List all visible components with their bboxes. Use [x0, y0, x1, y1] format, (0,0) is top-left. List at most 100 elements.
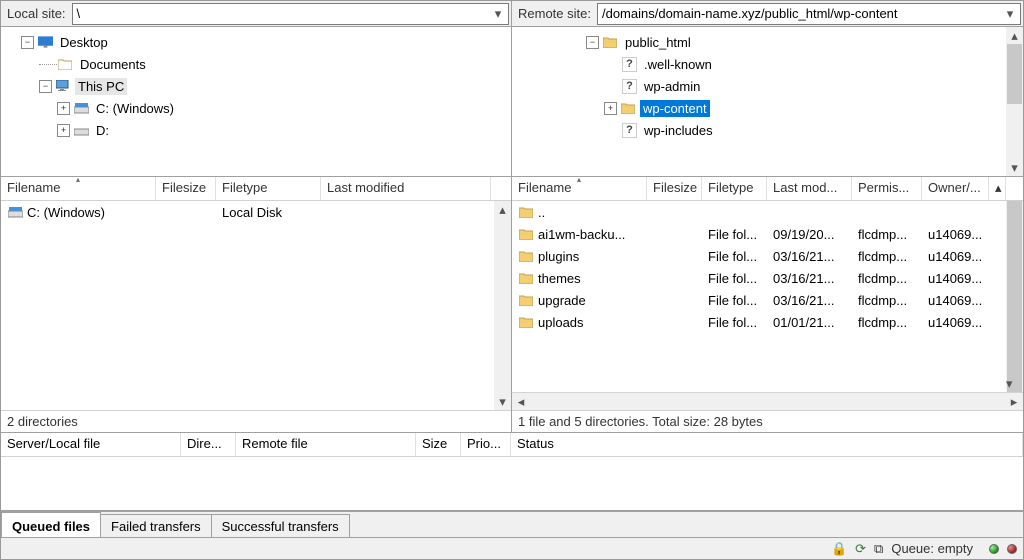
scroll-thumb[interactable] — [1007, 44, 1022, 104]
collapse-icon[interactable]: − — [21, 36, 34, 49]
chevron-down-icon[interactable]: ▾ — [1002, 6, 1018, 22]
lock-icon[interactable]: 🔒 — [831, 541, 847, 557]
remote-path-combo[interactable]: /domains/domain-name.xyz/public_html/wp-… — [597, 3, 1021, 25]
col-filesize[interactable]: Filesize — [647, 177, 702, 200]
remote-status: 1 file and 5 directories. Total size: 28… — [512, 410, 1023, 432]
table-row[interactable]: ai1wm-backu...File fol...09/19/20...flcd… — [512, 223, 1006, 245]
col-filetype[interactable]: Filetype — [702, 177, 767, 200]
drive-icon — [7, 204, 23, 220]
table-row[interactable]: C: (Windows) Local Disk — [1, 201, 511, 223]
scroll-up-icon[interactable]: ▴ — [494, 201, 511, 218]
scroll-left-icon[interactable]: ◂ — [512, 394, 530, 410]
local-path-combo[interactable]: \ ▾ — [72, 3, 509, 25]
col-owner[interactable]: Owner/... — [922, 177, 989, 200]
folder-icon — [620, 100, 636, 116]
local-path-value: \ — [77, 6, 81, 21]
tree-node-thispc[interactable]: − This PC — [3, 75, 509, 97]
local-status: 2 directories — [1, 410, 511, 432]
unknown-icon: ? — [622, 123, 637, 138]
drive-icon — [73, 100, 89, 116]
tree-node-c[interactable]: + C: (Windows) — [3, 97, 509, 119]
scrollbar-vertical[interactable]: ▴ ▾ — [1006, 27, 1023, 176]
local-site-label: Local site: — [1, 6, 72, 21]
local-tree[interactable]: − Desktop Documents − This PC + C: (Wind… — [1, 27, 511, 176]
folder-icon — [518, 248, 534, 264]
tree-node-documents[interactable]: Documents — [3, 53, 509, 75]
expand-icon[interactable]: + — [604, 102, 617, 115]
scrollbar-horizontal[interactable]: ◂ ▸ — [512, 392, 1023, 410]
col-lastmod[interactable]: Last modified — [321, 177, 491, 200]
col-filetype[interactable]: Filetype — [216, 177, 321, 200]
tree-node-publichtml[interactable]: − public_html — [514, 31, 1006, 53]
scroll-down-icon[interactable]: ▾ — [1006, 375, 1013, 392]
col-direction[interactable]: Dire... — [181, 433, 236, 456]
folder-icon — [602, 34, 618, 50]
col-filename[interactable]: ▴Filename — [512, 177, 647, 200]
scroll-up-icon[interactable]: ▴ — [989, 177, 1006, 200]
tree-node-desktop[interactable]: − Desktop — [3, 31, 509, 53]
scroll-thumb[interactable] — [1007, 201, 1022, 392]
tree-node-wellknown[interactable]: ? .well-known — [514, 53, 1006, 75]
remote-site-label: Remote site: — [512, 6, 597, 21]
scrollbar-vertical[interactable]: ▴ ▾ — [494, 201, 511, 410]
remote-path-row: Remote site: /domains/domain-name.xyz/pu… — [512, 1, 1023, 27]
tab-queued[interactable]: Queued files — [1, 512, 101, 537]
folder-icon — [518, 314, 534, 330]
status-led-green — [989, 544, 999, 554]
table-row[interactable]: themesFile fol...03/16/21...flcdmp...u14… — [512, 267, 1006, 289]
folder-icon — [518, 270, 534, 286]
scrollbar-vertical[interactable]: ▾ — [1006, 201, 1023, 392]
desktop-icon — [37, 34, 53, 50]
col-server-local[interactable]: Server/Local file — [1, 433, 181, 456]
folder-icon — [518, 204, 534, 220]
col-size[interactable]: Size — [416, 433, 461, 456]
table-row[interactable]: uploadsFile fol...01/01/21...flcdmp...u1… — [512, 311, 1006, 333]
queue-header: Server/Local file Dire... Remote file Si… — [1, 433, 1023, 457]
folder-icon — [518, 226, 534, 242]
folder-icon — [518, 292, 534, 308]
expand-icon[interactable]: + — [57, 102, 70, 115]
tab-failed[interactable]: Failed transfers — [100, 514, 212, 537]
collapse-icon[interactable]: − — [586, 36, 599, 49]
tree-node-d[interactable]: + D: — [3, 119, 509, 141]
col-status[interactable]: Status — [511, 433, 1023, 456]
table-row[interactable]: .. — [512, 201, 1006, 223]
local-path-row: Local site: \ ▾ — [1, 1, 511, 27]
folder-icon — [57, 56, 73, 72]
tree-node-wpincludes[interactable]: ? wp-includes — [514, 119, 1006, 141]
tree-node-wpadmin[interactable]: ? wp-admin — [514, 75, 1006, 97]
refresh-icon[interactable]: ⟳ — [855, 541, 866, 557]
table-row[interactable]: upgradeFile fol...03/16/21...flcdmp...u1… — [512, 289, 1006, 311]
unknown-icon: ? — [622, 57, 637, 72]
col-filename[interactable]: ▴Filename — [1, 177, 156, 200]
col-perms[interactable]: Permis... — [852, 177, 922, 200]
col-remote-file[interactable]: Remote file — [236, 433, 416, 456]
tree-node-wpcontent[interactable]: + wp-content — [514, 97, 1006, 119]
status-led-red — [1007, 544, 1017, 554]
remote-tree[interactable]: − public_html ? .well-known ? wp-admin +… — [512, 27, 1023, 176]
filter-icon[interactable]: ⧉ — [874, 541, 883, 557]
tab-success[interactable]: Successful transfers — [211, 514, 350, 537]
chevron-down-icon[interactable]: ▾ — [490, 6, 506, 22]
col-filesize[interactable]: Filesize — [156, 177, 216, 200]
scroll-right-icon[interactable]: ▸ — [1005, 394, 1023, 410]
col-lastmod[interactable]: Last mod... — [767, 177, 852, 200]
remote-grid-body[interactable]: ..ai1wm-backu...File fol...09/19/20...fl… — [512, 201, 1023, 392]
collapse-icon[interactable]: − — [39, 80, 52, 93]
queue-status: Queue: empty — [891, 541, 973, 556]
local-grid-body[interactable]: C: (Windows) Local Disk ▴ ▾ — [1, 201, 511, 410]
scroll-down-icon[interactable]: ▾ — [494, 393, 511, 410]
scroll-up-icon[interactable]: ▴ — [1006, 27, 1023, 44]
unknown-icon: ? — [622, 79, 637, 94]
scroll-down-icon[interactable]: ▾ — [1006, 159, 1023, 176]
expand-icon[interactable]: + — [57, 124, 70, 137]
table-row[interactable]: pluginsFile fol...03/16/21...flcdmp...u1… — [512, 245, 1006, 267]
local-grid-header: ▴Filename Filesize Filetype Last modifie… — [1, 177, 511, 201]
queue-body[interactable] — [1, 457, 1023, 510]
pc-icon — [55, 78, 71, 94]
sort-asc-icon: ▴ — [76, 177, 80, 184]
drive-icon — [73, 122, 89, 138]
remote-path-value: /domains/domain-name.xyz/public_html/wp-… — [602, 6, 898, 21]
status-bar: 🔒 ⟳ ⧉ Queue: empty — [1, 537, 1023, 559]
col-priority[interactable]: Prio... — [461, 433, 511, 456]
